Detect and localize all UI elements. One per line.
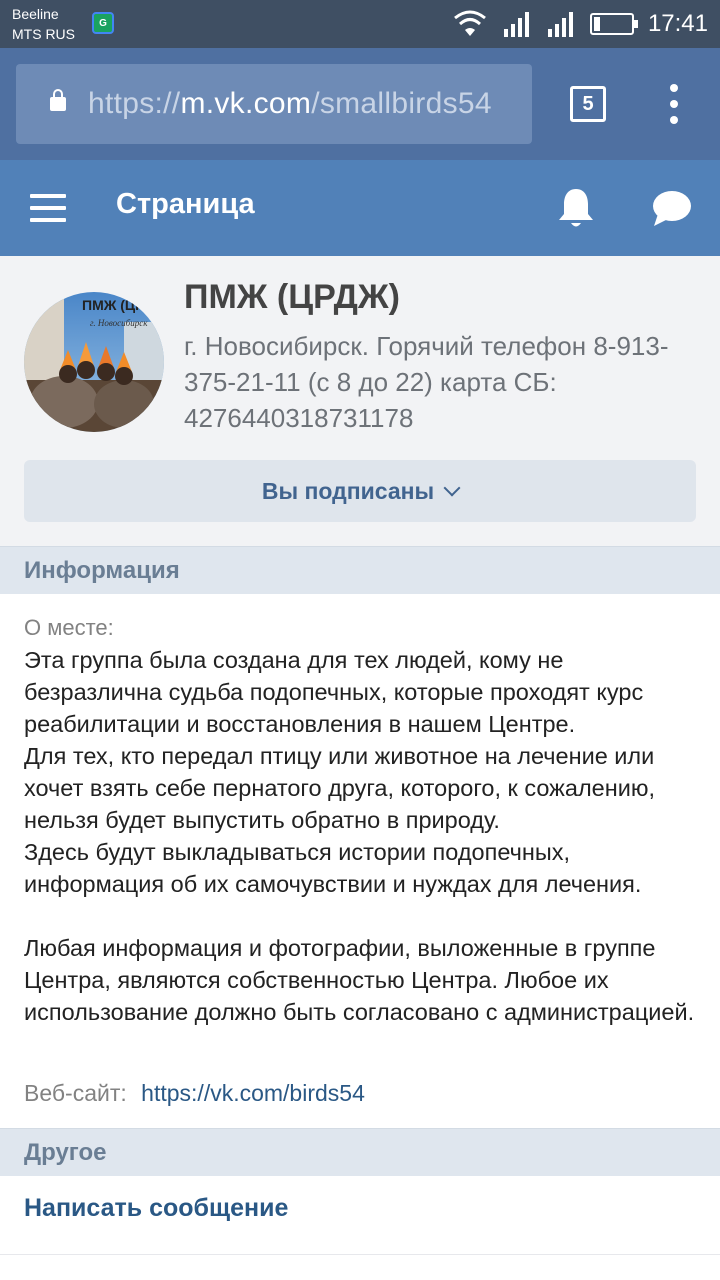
avatar-text-2: г. Новосибирск [90, 318, 148, 328]
section-header-other: Другое [0, 1128, 720, 1176]
divider [0, 1254, 720, 1255]
avatar-image: ПМЖ (ЦР г. Новосибирск [24, 292, 164, 432]
group-profile: ПМЖ (ЦР г. Новосибирск ПМЖ (ЦРДЖ) г. Нов… [0, 256, 720, 546]
browser-menu-icon[interactable] [662, 84, 686, 124]
chevron-down-icon [443, 479, 461, 497]
status-bar: Beeline MTS RUS G 17:41 [0, 0, 720, 48]
write-message-link[interactable]: Написать сообщение [24, 1194, 288, 1223]
info-block: О месте: Эта группа была создана для тех… [24, 612, 704, 1028]
page-title: Страница [116, 188, 255, 220]
group-avatar[interactable]: ПМЖ (ЦР г. Новосибирск [24, 292, 164, 432]
address-bar[interactable]: https://m.vk.com/smallbirds54 [16, 64, 532, 144]
website-label: Веб-сайт: [24, 1080, 127, 1106]
signal-icon-2 [547, 12, 573, 37]
subscribed-button[interactable]: Вы подписаны [24, 460, 696, 522]
url-host: m.vk.com [180, 87, 312, 120]
app-notification-icon: G [92, 12, 114, 34]
app-header: Страница [0, 160, 720, 256]
lock-icon [50, 89, 66, 111]
carrier-info: Beeline MTS RUS [12, 4, 75, 44]
section-header-info: Информация [0, 546, 720, 594]
website-link[interactable]: https://vk.com/birds54 [141, 1080, 365, 1106]
browser-toolbar: https://m.vk.com/smallbirds54 5 [0, 48, 720, 160]
bell-icon[interactable] [556, 186, 596, 230]
status-indicators: 17:41 [452, 0, 708, 48]
carrier-1: Beeline [12, 6, 59, 22]
about-description: Эта группа была создана для тех людей, к… [24, 647, 695, 1025]
url-text: https://m.vk.com/smallbirds54 [88, 87, 492, 121]
group-name: ПМЖ (ЦРДЖ) [184, 278, 400, 316]
battery-icon [589, 13, 638, 35]
avatar-text-1: ПМЖ (ЦР [82, 297, 145, 313]
carrier-2: MTS RUS [12, 26, 75, 42]
url-path: /smallbirds54 [311, 87, 492, 120]
website-row: Веб-сайт: https://vk.com/birds54 [24, 1076, 365, 1110]
signal-icon-1 [503, 12, 529, 37]
subscribed-label: Вы подписаны [261, 477, 435, 504]
messages-icon[interactable] [650, 188, 694, 228]
tab-switcher-button[interactable]: 5 [570, 86, 606, 122]
url-scheme: https:// [88, 87, 181, 120]
wifi-icon [454, 10, 486, 36]
about-label: О месте: [24, 615, 114, 640]
clock: 17:41 [647, 10, 708, 37]
group-status: г. Новосибирск. Горячий телефон 8-913-37… [184, 331, 669, 433]
menu-icon[interactable] [30, 194, 66, 222]
